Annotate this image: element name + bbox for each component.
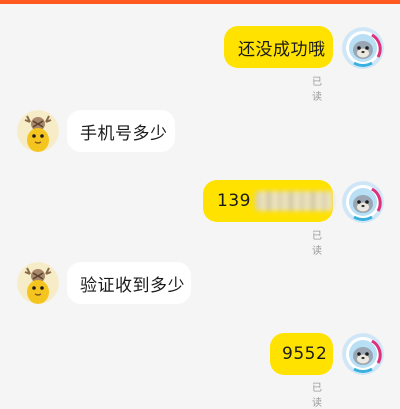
message-text: 139 bbox=[217, 191, 251, 211]
message-text: 手机号多少 bbox=[80, 123, 168, 144]
seal-astronaut-avatar-icon[interactable] bbox=[342, 333, 384, 375]
message-text: 验证收到多少 bbox=[80, 275, 185, 296]
incoming-message-bubble[interactable]: 验证收到多少 bbox=[67, 262, 191, 304]
seal-astronaut-avatar-icon[interactable] bbox=[342, 181, 384, 223]
outgoing-message-bubble[interactable]: 139 bbox=[203, 180, 333, 222]
cartoon-deer-avatar-icon[interactable] bbox=[17, 262, 59, 304]
top-accent-bar bbox=[0, 0, 400, 4]
message-text: 9552 bbox=[282, 344, 328, 364]
seal-astronaut-avatar-icon[interactable] bbox=[342, 27, 384, 69]
read-status: 已读 bbox=[312, 77, 322, 103]
read-status: 已读 bbox=[312, 383, 322, 409]
cartoon-deer-avatar-icon[interactable] bbox=[17, 110, 59, 152]
incoming-message-bubble[interactable]: 手机号多少 bbox=[67, 110, 175, 152]
message-text: 还没成功哦 bbox=[238, 39, 326, 60]
redacted-phone-digits bbox=[254, 191, 333, 211]
outgoing-message-bubble[interactable]: 还没成功哦 bbox=[224, 26, 333, 68]
read-status: 已读 bbox=[312, 231, 322, 257]
outgoing-message-bubble[interactable]: 9552 bbox=[270, 333, 333, 375]
